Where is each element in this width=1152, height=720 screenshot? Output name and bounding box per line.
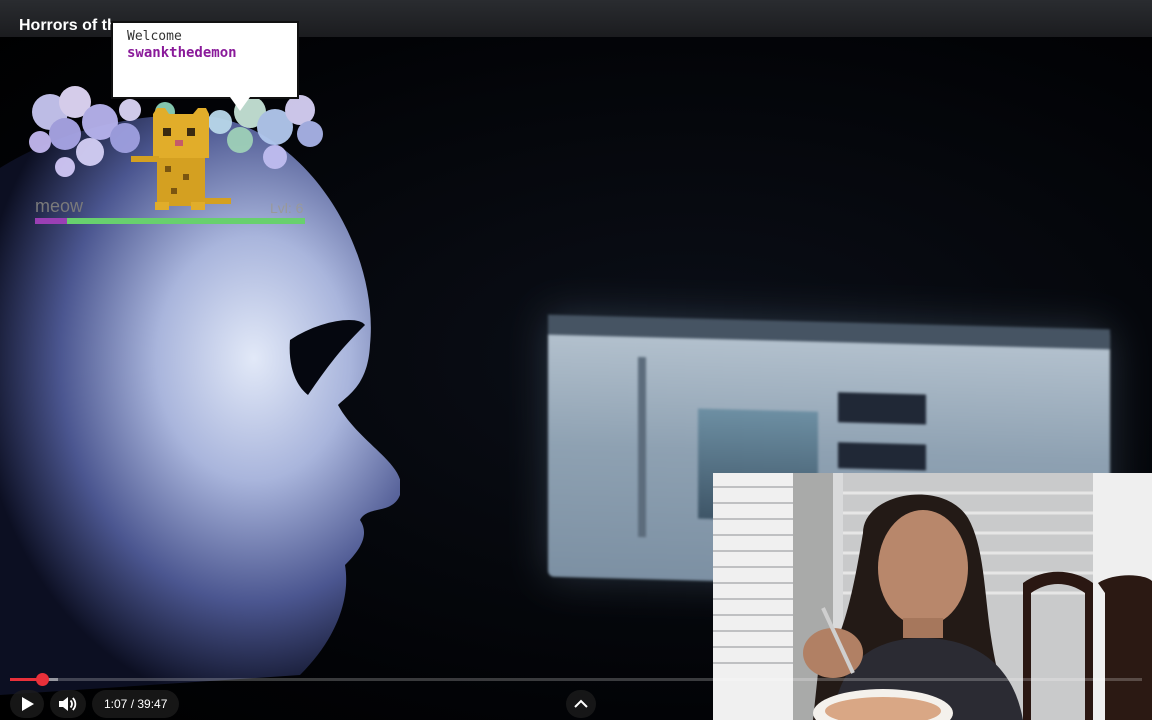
volume-icon: [59, 697, 77, 711]
time-display: 1:07 / 39:47: [92, 690, 180, 718]
pet-name-label: meow: [35, 196, 84, 216]
welcome-speech-bubble: Welcome swankthedemon: [111, 21, 299, 111]
level-label: Lvl: 6: [270, 200, 304, 216]
webcam-overlay: [713, 473, 1152, 720]
progress-scrubber-handle[interactable]: [35, 673, 49, 686]
username-label: swankthedemon: [127, 45, 237, 61]
xp-progress-bar: [35, 218, 305, 224]
video-player[interactable]: Horrors of th Welcome swankthedemon meow…: [0, 0, 1152, 720]
chevron-up-icon: [574, 699, 588, 708]
xp-progress-fill: [35, 218, 68, 224]
play-icon: [22, 697, 34, 711]
video-title[interactable]: Horrors of th: [19, 17, 117, 35]
progress-bar[interactable]: [10, 673, 1142, 686]
play-button[interactable]: [10, 690, 44, 718]
volume-button[interactable]: [50, 690, 86, 718]
welcome-label: Welcome: [127, 29, 182, 44]
expand-button[interactable]: [566, 690, 596, 718]
cat-pet-image: [131, 108, 231, 210]
